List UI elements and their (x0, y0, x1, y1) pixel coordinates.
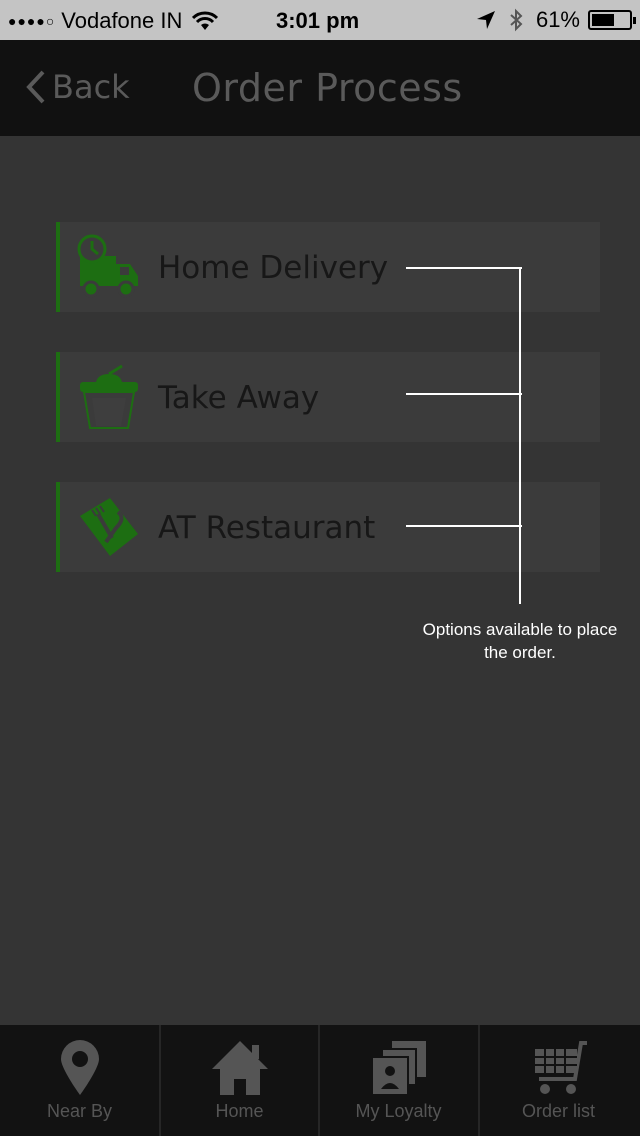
restaurant-cutlery-icon (80, 498, 138, 556)
navigation-bar: Back Order Process (0, 40, 640, 136)
shopping-cart-icon (534, 1041, 587, 1094)
annotation-text: Options available to place the order. (422, 620, 618, 662)
location-pin-icon (60, 1040, 99, 1095)
chevron-left-icon (26, 70, 45, 104)
loyalty-cards-icon (370, 1041, 426, 1096)
signal-strength-icon: ●●●●○ (8, 13, 56, 29)
location-arrow-icon (476, 11, 495, 29)
battery-percent: 61% (535, 7, 580, 32)
battery-icon (588, 10, 636, 30)
clock: 3:01 pm (276, 8, 360, 33)
tab-bar: Near By Home My Loyalty Order list (0, 1025, 640, 1136)
battery-nub (633, 17, 636, 24)
tab-label: Near By (46, 1101, 113, 1121)
option-label: Take Away (158, 380, 320, 416)
annotation-line (519, 267, 521, 604)
tab-my-loyalty[interactable]: My Loyalty (318, 1025, 477, 1136)
tab-near-by[interactable]: Near By (0, 1025, 159, 1136)
back-label: Back (52, 68, 130, 106)
page-title: Order Process (192, 66, 463, 110)
battery-fill (592, 14, 614, 26)
tab-label: Home (215, 1101, 264, 1121)
tab-order-list[interactable]: Order list (478, 1025, 637, 1136)
bluetooth-icon (510, 8, 523, 32)
annotation-line (406, 525, 522, 527)
option-label: AT Restaurant (158, 510, 376, 546)
carrier-name: Vodafone IN (61, 8, 183, 33)
tab-home[interactable]: Home (159, 1025, 318, 1136)
annotation-line (406, 393, 522, 395)
takeaway-cup-icon (80, 364, 138, 429)
delivery-truck-icon (77, 234, 138, 298)
tab-label: Order list (521, 1101, 595, 1121)
annotation-line (406, 267, 522, 269)
status-right: 61% (476, 7, 636, 33)
tab-label: My Loyalty (355, 1101, 442, 1121)
back-button[interactable]: Back (26, 62, 130, 112)
status-bar: ●●●●○ Vodafone IN 3:01 pm 61% (0, 0, 640, 40)
status-left: ●●●●○ Vodafone IN (8, 8, 219, 34)
home-icon (211, 1041, 268, 1095)
option-label: Home Delivery (158, 250, 389, 286)
wifi-icon (192, 11, 219, 31)
